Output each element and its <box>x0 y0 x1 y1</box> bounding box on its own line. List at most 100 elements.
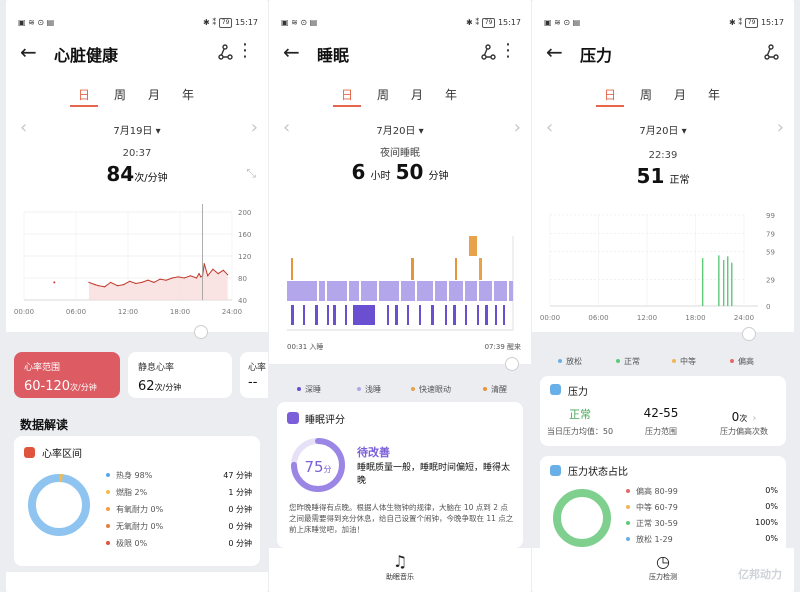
x-tick-label: 00:00 <box>540 314 560 322</box>
hr-point <box>207 275 209 277</box>
zone-dot <box>106 524 110 528</box>
state-dot <box>626 537 630 541</box>
awake-segment <box>291 258 293 280</box>
hr-point <box>189 275 191 277</box>
state-name: 中等 60-79 <box>636 503 678 512</box>
star-icon <box>287 412 299 424</box>
state-value: 0% <box>765 534 778 543</box>
avg-status: 正常 <box>569 408 591 421</box>
state-name: 放松 1-29 <box>636 535 673 544</box>
light-gap <box>317 281 319 301</box>
y-tick-label: 40 <box>238 297 247 305</box>
hr-point <box>203 263 205 265</box>
hr-zone-card: 心率区间 热身 98% 47 分钟 燃脂 2% 1 分钟 有氧耐力 0% 0 分钟 无氧耐力… <box>14 436 260 566</box>
hr-point <box>141 281 143 283</box>
x-tick-label: 18:00 <box>685 314 705 322</box>
state-list: 偏高 80-99 0% 中等 60-79 0% 正常 30-59 100% 放松 1-29 0… <box>626 486 778 550</box>
awake-segment <box>455 258 457 280</box>
chart-scroll-handle[interactable] <box>505 357 519 371</box>
zone-value: 0 分钟 <box>228 505 252 514</box>
hr-point <box>147 279 149 281</box>
chart-scroll-handle[interactable] <box>194 325 208 339</box>
state-name: 偏高 80-99 <box>636 487 678 496</box>
resting-hr-label: 静息心率 <box>138 363 175 373</box>
zone-list: 热身 98% 47 分钟 燃脂 2% 1 分钟 有氧耐力 0% 0 分钟 无氧耐力 0% 0 … <box>106 470 252 560</box>
light-gap <box>399 281 401 301</box>
sleep-score-card: 睡眠评分 75分 待改善 睡眠质量一般，睡眠时间偏短，睡得太晚 您昨晚睡得有点晚… <box>277 402 523 548</box>
extra-hr-value: -- <box>248 375 258 390</box>
rem-segment <box>479 258 482 280</box>
state-row: 中等 60-79 0% <box>626 502 778 516</box>
stress-chart: 99 79 59 29 0 00:00 06:00 12:00 18:00 24:00 <box>540 212 775 322</box>
light-gap <box>433 281 435 301</box>
stress-bar <box>731 262 733 306</box>
heart-zone-icon <box>24 447 35 458</box>
sleep-music-button[interactable]: 助眠音乐 <box>269 572 531 582</box>
stress-state-donut <box>553 489 611 547</box>
zone-dot <box>106 541 110 545</box>
hr-point <box>129 280 131 282</box>
sleep-stage-chart <box>287 236 521 331</box>
avg-label: 当日压力均值：50 <box>546 427 614 436</box>
deep-sleep-segment <box>387 305 389 325</box>
chevron-right-icon: › <box>752 413 757 424</box>
hr-point <box>195 277 198 279</box>
extra-hr-card[interactable]: 心率 -- <box>240 352 268 398</box>
deep-sleep-segment <box>315 305 318 325</box>
heart-screen: ▣ ≋ ⊙ ▤ ✱ ⁑ 79 15:17 ← 心脏健康 ⋮ 日 周 月 年 ‹ … <box>6 0 268 592</box>
deep-sleep-segment <box>333 305 336 325</box>
stress-range: 42-55 <box>643 406 679 420</box>
hr-point <box>171 277 173 279</box>
state-row: 正常 30-59 100% <box>626 518 778 532</box>
section-title: 数据解读 <box>20 418 69 432</box>
state-value: 100% <box>755 518 778 527</box>
music-note-icon[interactable]: ♫ <box>269 552 531 571</box>
hr-point <box>117 285 119 287</box>
sleep-end-label: 07:39 醒来 <box>484 343 521 351</box>
zone-name: 燃脂 2% <box>116 488 148 497</box>
light-gap <box>347 281 349 301</box>
legend-awake: 清醒 <box>483 384 507 395</box>
y-tick-label: 29 <box>766 276 775 284</box>
bottom-bar <box>6 572 268 592</box>
stress-bar <box>701 258 704 306</box>
chart-scroll-handle[interactable] <box>742 327 756 341</box>
deep-sleep-segment <box>291 305 294 325</box>
state-row: 偏高 80-99 0% <box>626 486 778 500</box>
score-summary: 睡眠质量一般，睡眠时间偏短，睡得太晚 <box>357 463 511 486</box>
rem-segment <box>469 236 477 256</box>
hr-point <box>212 268 214 270</box>
y-tick-label: 0 <box>766 303 770 311</box>
state-dot <box>626 521 630 525</box>
donut-normal-slice <box>553 489 611 547</box>
hr-point <box>97 285 100 287</box>
zone-value: 1 分钟 <box>228 488 252 497</box>
high-count[interactable]: 0次 › <box>706 406 782 425</box>
x-tick-label: 06:00 <box>66 308 86 316</box>
stress-icon <box>550 465 561 476</box>
hr-isolated-point <box>53 281 56 284</box>
sleep-advice: 您昨晚睡得有点晚。根据人体生物钟的规律，大脑在 10 点到 2 点之间最需要得到… <box>289 503 514 534</box>
deep-sleep-segment <box>327 305 329 325</box>
state-value: 0% <box>765 502 778 511</box>
x-tick-label: 24:00 <box>222 308 242 316</box>
stress-bar <box>727 256 729 306</box>
donut-warmup-slice <box>28 474 90 536</box>
sleep-screen: ▣ ≋ ⊙ ▤ ✱ ⁑ 79 15:17 ← 睡眠 ⋮ 日 周 月 年 ‹ › … <box>269 0 531 592</box>
zone-dot <box>106 490 110 494</box>
deep-sleep-segment <box>419 305 421 325</box>
stress-screen: ▣ ≋ ⊙ ▤ ✱ ⁑ 79 15:17 ← 压力 日 周 月 年 ‹ › 7月… <box>532 0 794 592</box>
hr-range-card[interactable]: 心率范围 60-120次/分钟 <box>14 352 120 398</box>
light-gap <box>463 281 465 301</box>
hr-point <box>159 278 161 280</box>
light-gap <box>507 281 509 301</box>
deep-sleep-segment <box>345 305 347 325</box>
deep-sleep-segment <box>453 305 456 325</box>
hr-point <box>198 273 200 275</box>
resting-hr-card[interactable]: 静息心率 62次/分钟 <box>128 352 232 398</box>
stress-summary-card: 压力 正常 当日压力均值：50 42-55 压力范围 0次 › 压力偏高次数 <box>540 376 786 446</box>
deep-sleep-segment <box>495 305 497 325</box>
x-tick-label: 00:00 <box>14 308 34 316</box>
legend-deep: 深睡 <box>297 384 321 395</box>
legend-high: 偏高 <box>730 356 754 367</box>
